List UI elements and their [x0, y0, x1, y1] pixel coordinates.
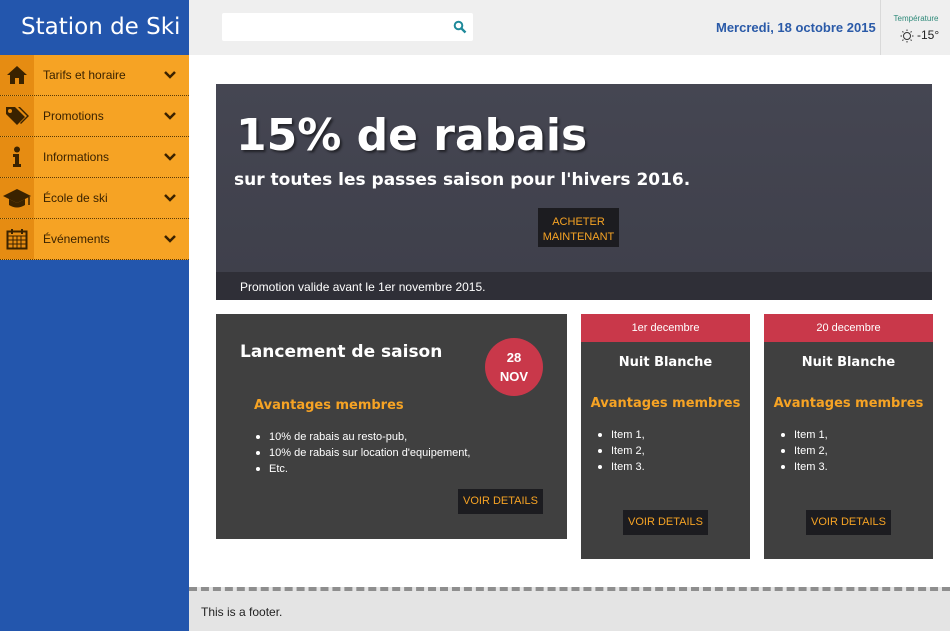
graduation-cap-icon — [0, 178, 34, 218]
card-title: Lancement de saison — [240, 342, 443, 362]
chevron-down-icon — [164, 153, 176, 161]
event-title: Nuit Blanche — [618, 355, 713, 370]
sidebar-item-label: Événements — [43, 232, 110, 246]
list-item: Item 2, — [779, 443, 828, 459]
buy-now-label-line2: MAINTENANT — [542, 230, 615, 243]
promo-subtitle: sur toutes les passes saison pour l'hive… — [234, 170, 691, 190]
buy-now-label-line1: ACHETER — [552, 215, 605, 228]
sun-icon — [900, 29, 914, 43]
sidebar-item-label: Promotions — [43, 109, 104, 123]
list-item: Item 2, — [596, 443, 645, 459]
sidebar-item-label: École de ski — [43, 191, 108, 205]
promo-validity-note: Promotion valide avant le 1er novembre 2… — [216, 272, 932, 300]
list-item: 10% de rabais au resto-pub, — [254, 429, 470, 445]
site-brand[interactable]: Station de Ski — [0, 0, 189, 55]
current-date: Mercredi, 18 octobre 2015 — [716, 20, 876, 35]
sidebar-item-informations[interactable]: Informations — [0, 137, 189, 178]
sidebar-item-promotions[interactable]: Promotions — [0, 96, 189, 137]
buy-now-button[interactable]: ACHETER MAINTENANT — [538, 208, 619, 247]
temperature-title: Température — [893, 14, 939, 23]
event-date: 20 decembre — [764, 314, 933, 342]
view-details-button[interactable]: VOIR DETAILS — [806, 510, 891, 535]
chevron-down-icon — [164, 112, 176, 120]
event-card: 20 decembre Nuit Blanche Avantages membr… — [764, 314, 933, 559]
sidebar-item-label: Tarifs et horaire — [43, 68, 126, 82]
sidebar-item-ecole[interactable]: École de ski — [0, 178, 189, 219]
benefits-list: Item 1, Item 2, Item 3. — [596, 427, 645, 475]
sidebar-item-label: Informations — [43, 150, 110, 164]
list-item: Item 1, — [596, 427, 645, 443]
top-bar: Mercredi, 18 octobre 2015 Température -1… — [189, 0, 950, 55]
page-footer: This is a footer. — [189, 587, 950, 631]
benefits-heading: Avantages membres — [254, 398, 404, 413]
sidebar-item-evenements[interactable]: Événements — [0, 219, 189, 260]
list-item: 10% de rabais sur location d'equipement, — [254, 445, 470, 461]
temperature-value: -15° — [917, 28, 940, 42]
search-icon[interactable] — [453, 20, 467, 34]
tags-icon — [0, 96, 34, 136]
view-details-button[interactable]: VOIR DETAILS — [623, 510, 708, 535]
list-item: Etc. — [254, 461, 470, 477]
promo-title: 15% de rabais — [236, 110, 588, 161]
chevron-down-icon — [164, 235, 176, 243]
list-item: Item 1, — [779, 427, 828, 443]
home-icon — [0, 55, 34, 95]
promo-banner: 15% de rabais sur toutes les passes sais… — [216, 84, 932, 300]
calendar-icon — [0, 219, 34, 259]
sidebar: Station de Ski Tarifs et horaire Promoti… — [0, 0, 189, 631]
benefits-heading: Avantages membres — [590, 396, 741, 411]
season-launch-card: Lancement de saison 28 NOV Avantages mem… — [216, 314, 567, 539]
chevron-down-icon — [164, 71, 176, 79]
temperature-widget: Température -15° — [880, 0, 950, 55]
sidebar-item-tarifs[interactable]: Tarifs et horaire — [0, 55, 189, 96]
event-card: 1er decembre Nuit Blanche Avantages memb… — [581, 314, 750, 559]
search-box — [222, 13, 473, 41]
chevron-down-icon — [164, 194, 176, 202]
info-icon — [0, 137, 34, 177]
date-badge-month: NOV — [499, 369, 529, 384]
benefits-list: Item 1, Item 2, Item 3. — [779, 427, 828, 475]
sidebar-menu: Tarifs et horaire Promotions Information… — [0, 55, 189, 260]
date-badge-day: 28 — [506, 350, 522, 365]
date-badge: 28 NOV — [485, 338, 543, 396]
event-date: 1er decembre — [581, 314, 750, 342]
search-input[interactable] — [222, 13, 447, 41]
footer-text: This is a footer. — [201, 605, 283, 619]
benefits-list: 10% de rabais au resto-pub, 10% de rabai… — [254, 429, 470, 477]
view-details-button[interactable]: VOIR DETAILS — [458, 489, 543, 514]
event-title: Nuit Blanche — [801, 355, 896, 370]
benefits-heading: Avantages membres — [773, 396, 924, 411]
list-item: Item 3. — [779, 459, 828, 475]
list-item: Item 3. — [596, 459, 645, 475]
